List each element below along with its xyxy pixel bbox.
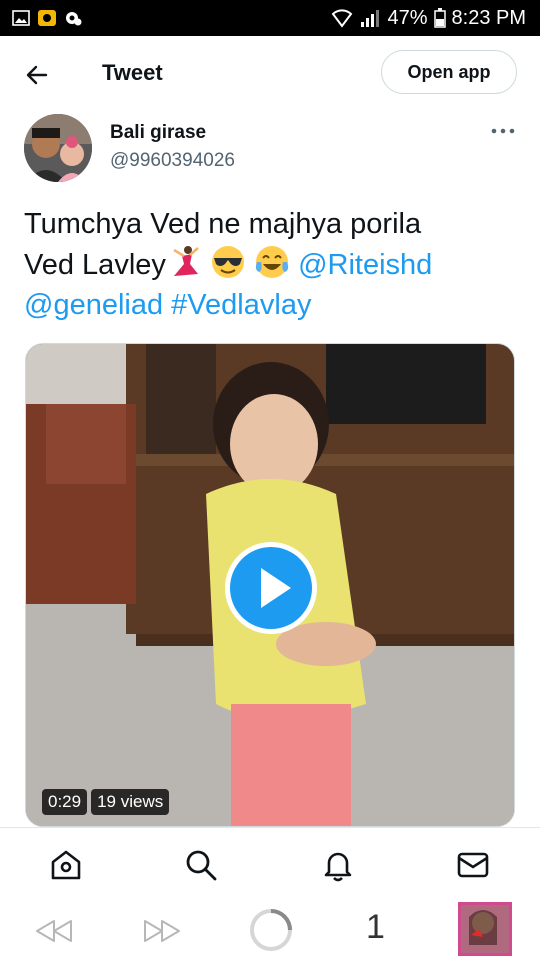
author-handle[interactable]: @9960394026: [110, 150, 235, 172]
tears-of-joy-emoji-icon: [255, 246, 289, 278]
video-duration: 0:29: [42, 789, 88, 815]
back-arrow-icon[interactable]: [24, 62, 50, 88]
rewind-icon[interactable]: [34, 918, 74, 944]
loading-spinner-icon: [250, 909, 292, 951]
tweet-line-2: Ved Lavley @Riteishd: [24, 244, 524, 285]
hashtag-vedlavlay-link[interactable]: #Vedlavlay: [171, 289, 311, 321]
messages-icon[interactable]: [456, 848, 490, 882]
tweet-video[interactable]: 0:29 19 views: [25, 343, 515, 827]
fast-forward-icon[interactable]: [142, 918, 182, 944]
profile-thumbnail-icon[interactable]: [457, 901, 513, 957]
video-meta: 0:29 19 views: [42, 789, 170, 815]
page-title: Tweet: [102, 60, 163, 85]
status-bar: 47% 8:23 PM: [0, 0, 540, 36]
signal-icon: [361, 10, 380, 27]
battery-icon: [433, 8, 446, 28]
tweet-text: Tumchya Ved ne majhya porila Ved Lavley …: [24, 204, 524, 325]
battery-percent: 47%: [387, 6, 428, 29]
mention-geneliad-link[interactable]: @geneliad: [24, 289, 163, 321]
dancer-emoji-icon: [173, 246, 199, 276]
home-icon[interactable]: [49, 848, 83, 882]
tweet-line-2-text: Ved Lavley: [24, 249, 166, 281]
wifi-icon: [332, 9, 353, 28]
search-icon[interactable]: [184, 848, 218, 882]
more-options-icon[interactable]: [490, 126, 516, 136]
tweet-line-1: Tumchya Ved ne majhya porila: [24, 208, 422, 240]
clock: 8:23 PM: [451, 6, 526, 29]
browser-toolbar: [0, 899, 540, 960]
settings-notification-icon: [66, 12, 82, 26]
video-views: 19 views: [91, 789, 170, 815]
gallery-notification-icon: [12, 10, 30, 26]
open-app-button[interactable]: Open app: [381, 50, 517, 94]
avatar[interactable]: [24, 114, 92, 182]
notifications-icon[interactable]: [321, 848, 355, 882]
sunglasses-emoji-icon: [211, 246, 244, 278]
tweet-line-3: @geneliad #Vedlavlay: [24, 285, 524, 325]
play-button-icon[interactable]: [223, 540, 319, 636]
tweet-header: Tweet Open app: [0, 36, 540, 112]
tab-count[interactable]: 1: [366, 908, 385, 947]
avatar-photo: [24, 114, 92, 182]
bottom-navigation: [0, 827, 540, 900]
mention-riteishd-link[interactable]: @Riteishd: [298, 249, 432, 281]
app-notification-icon: [38, 10, 56, 26]
author-name[interactable]: Bali girase: [110, 122, 206, 144]
